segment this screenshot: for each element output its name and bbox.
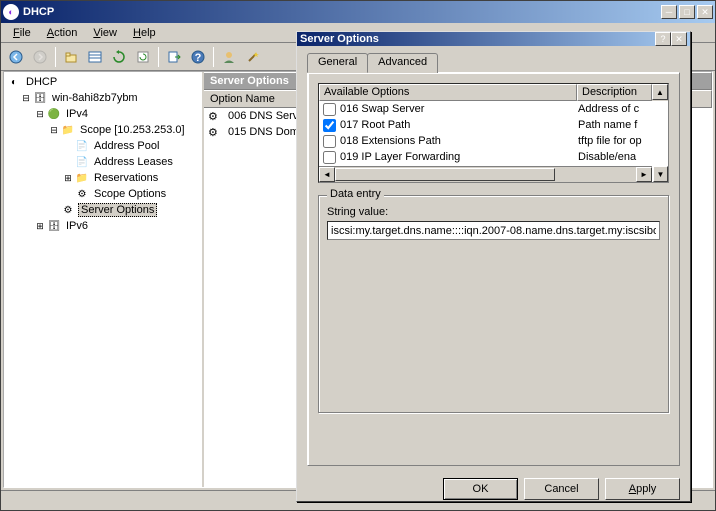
scroll-right-button[interactable]: ► [636,167,652,182]
scroll-thumb[interactable] [335,168,555,181]
tree-reservations[interactable]: ⊞📁Reservations [6,170,200,186]
scroll-up-button[interactable]: ▲ [652,84,668,100]
options-icon: ⚙ [74,187,90,201]
wizard-icon-button[interactable] [242,46,264,68]
option-row[interactable]: 017 Root PathPath name f [319,117,668,133]
tree-ipv6[interactable]: ⊞🗄IPv6 [6,218,200,234]
collapse-icon[interactable]: ⊟ [20,93,32,104]
pool-icon: 📄 [74,139,90,153]
reservations-icon: 📁 [74,171,90,185]
main-title: DHCP [23,6,661,18]
dialog-titlebar[interactable]: Server Options ? ✕ [297,32,690,46]
back-button[interactable] [5,46,27,68]
option-checkbox[interactable] [323,119,336,132]
refresh-icon-button[interactable] [108,46,130,68]
ipv6-icon: 🗄 [46,219,62,233]
option-checkbox[interactable] [323,135,336,148]
folder-icon: 📁 [60,123,76,137]
dhcp-icon: ◐ [6,75,22,89]
data-entry-legend: Data entry [327,188,384,200]
tab-general[interactable]: General [307,53,368,73]
option-checkbox[interactable] [323,151,336,164]
collapse-icon[interactable]: ⊟ [48,125,60,136]
main-titlebar[interactable]: ◐ DHCP ─ □ ✕ [1,1,715,23]
tree-ipv4[interactable]: ⊟🟢IPv4 [6,106,200,122]
string-value-label: String value: [327,206,660,218]
data-entry-group: Data entry String value: [318,195,669,413]
help-icon-button[interactable]: ? [187,46,209,68]
minimize-button[interactable]: ─ [661,5,677,19]
tree-scope-options[interactable]: ⚙Scope Options [6,186,200,202]
dialog-help-button[interactable]: ? [655,32,671,46]
svg-text:?: ? [195,52,202,64]
tree-server-options[interactable]: ⚙Server Options [6,202,200,218]
apply-button[interactable]: Apply [605,478,680,500]
leases-icon: 📄 [74,155,90,169]
tab-strip: General Advanced [307,52,680,72]
table-icon-button[interactable] [84,46,106,68]
horizontal-scrollbar[interactable]: ◄ ► [319,166,652,182]
option-icon: ⚙ [208,126,224,139]
col-description[interactable]: Description [577,84,652,101]
dialog-title: Server Options [300,33,655,45]
forward-button[interactable] [29,46,51,68]
menu-view[interactable]: View [85,25,125,41]
option-checkbox[interactable] [323,103,336,116]
option-row[interactable]: 018 Extensions Pathtftp file for op [319,133,668,149]
cancel-button[interactable]: Cancel [524,478,599,500]
ok-button[interactable]: OK [443,478,518,500]
scroll-down-button[interactable]: ▼ [653,166,668,182]
tab-panel-general: Available Options Description ▲ 016 Swap… [307,72,680,466]
server-options-dialog: Server Options ? ✕ General Advanced Avai… [296,31,691,502]
scope-tree[interactable]: ◐DHCP ⊟🗄win-8ahi8zb7ybm ⊟🟢IPv4 ⊟📁Scope [… [4,72,204,487]
tree-root[interactable]: ◐DHCP [6,74,200,90]
option-icon: ⚙ [208,110,224,123]
collapse-icon[interactable]: ⊟ [34,109,46,120]
tree-address-leases[interactable]: 📄Address Leases [6,154,200,170]
dhcp-icon: ◐ [3,4,19,20]
option-row[interactable]: 019 IP Layer ForwardingDisable/ena [319,149,668,165]
menu-action[interactable]: Action [39,25,86,41]
option-row[interactable]: 016 Swap ServerAddress of c [319,101,668,117]
scroll-left-button[interactable]: ◄ [319,167,335,182]
available-options-list[interactable]: Available Options Description ▲ 016 Swap… [318,83,669,183]
tab-advanced[interactable]: Advanced [367,53,438,73]
close-button[interactable]: ✕ [697,5,713,19]
menu-file[interactable]: File [5,25,39,41]
server-icon: 🗄 [32,91,48,105]
refresh2-icon-button[interactable] [132,46,154,68]
menu-help[interactable]: Help [125,25,164,41]
dialog-close-button[interactable]: ✕ [671,32,687,46]
string-value-input[interactable] [327,221,660,240]
server-options-icon: ⚙ [60,203,76,217]
expand-icon[interactable]: ⊞ [62,173,74,184]
up-button[interactable] [60,46,82,68]
ipv4-icon: 🟢 [46,107,62,121]
user-icon-button[interactable] [218,46,240,68]
tree-server[interactable]: ⊟🗄win-8ahi8zb7ybm [6,90,200,106]
maximize-button[interactable]: □ [679,5,695,19]
expand-icon[interactable]: ⊞ [34,221,46,232]
tree-address-pool[interactable]: 📄Address Pool [6,138,200,154]
tree-scope[interactable]: ⊟📁Scope [10.253.253.0] [6,122,200,138]
export-icon-button[interactable] [163,46,185,68]
col-available-options[interactable]: Available Options [319,84,577,101]
